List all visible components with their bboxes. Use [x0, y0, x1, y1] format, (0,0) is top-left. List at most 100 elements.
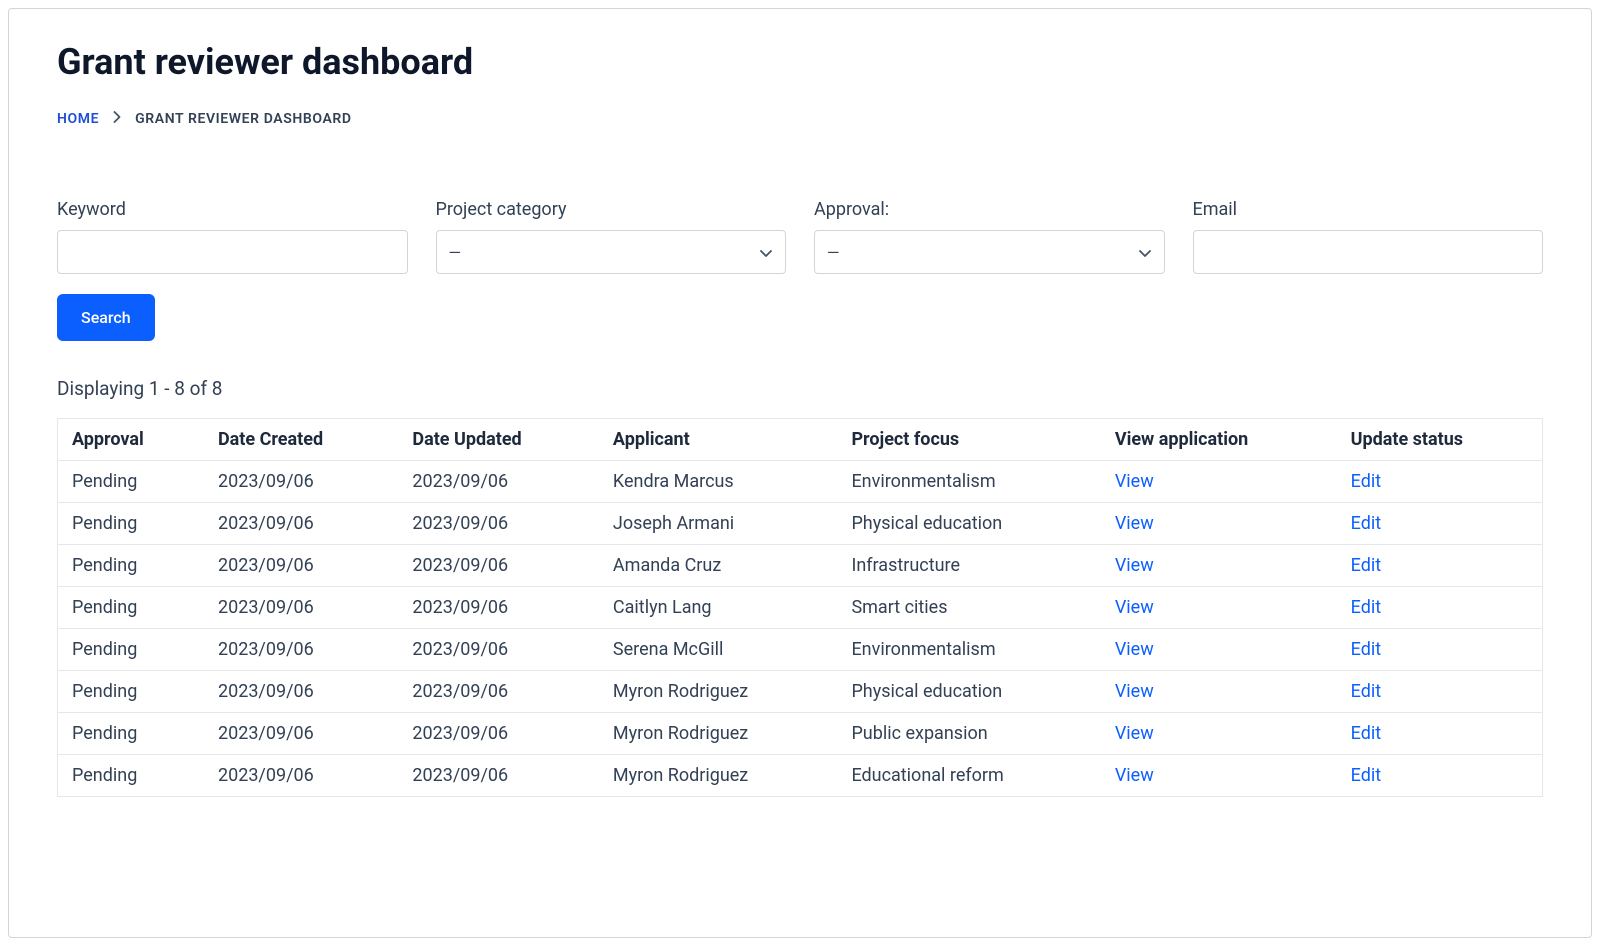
grants-table: Approval Date Created Date Updated Appli…	[57, 418, 1543, 797]
cell-applicant: Serena McGill	[599, 629, 838, 671]
cell-approval: Pending	[58, 713, 204, 755]
view-link[interactable]: View	[1115, 765, 1154, 786]
cell-view: View	[1101, 503, 1337, 545]
project-category-label: Project category	[436, 199, 787, 220]
cell-project-focus: Physical education	[837, 503, 1100, 545]
cell-approval: Pending	[58, 755, 204, 797]
edit-link[interactable]: Edit	[1351, 681, 1381, 702]
cell-view: View	[1101, 629, 1337, 671]
cell-project-focus: Environmentalism	[837, 629, 1100, 671]
cell-project-focus: Environmentalism	[837, 461, 1100, 503]
cell-applicant: Myron Rodriguez	[599, 755, 838, 797]
email-label: Email	[1193, 199, 1544, 220]
cell-project-focus: Public expansion	[837, 713, 1100, 755]
cell-date-updated: 2023/09/06	[398, 545, 599, 587]
edit-link[interactable]: Edit	[1351, 471, 1381, 492]
cell-applicant: Joseph Armani	[599, 503, 838, 545]
cell-edit: Edit	[1337, 671, 1543, 713]
view-link[interactable]: View	[1115, 681, 1154, 702]
view-link[interactable]: View	[1115, 597, 1154, 618]
cell-date-updated: 2023/09/06	[398, 629, 599, 671]
table-row: Pending2023/09/062023/09/06Kendra Marcus…	[58, 461, 1543, 503]
cell-applicant: Caitlyn Lang	[599, 587, 838, 629]
col-applicant: Applicant	[599, 419, 838, 461]
approval-select[interactable]: —	[814, 230, 1165, 274]
cell-date-created: 2023/09/06	[204, 629, 398, 671]
cell-date-created: 2023/09/06	[204, 503, 398, 545]
table-row: Pending2023/09/062023/09/06Myron Rodrigu…	[58, 713, 1543, 755]
cell-edit: Edit	[1337, 503, 1543, 545]
col-approval: Approval	[58, 419, 204, 461]
cell-date-created: 2023/09/06	[204, 461, 398, 503]
edit-link[interactable]: Edit	[1351, 513, 1381, 534]
cell-view: View	[1101, 671, 1337, 713]
search-button[interactable]: Search	[57, 294, 155, 341]
table-row: Pending2023/09/062023/09/06Myron Rodrigu…	[58, 755, 1543, 797]
email-input[interactable]	[1193, 230, 1544, 274]
cell-view: View	[1101, 461, 1337, 503]
cell-date-updated: 2023/09/06	[398, 461, 599, 503]
breadcrumb-home-link[interactable]: HOME	[57, 111, 99, 127]
cell-date-created: 2023/09/06	[204, 671, 398, 713]
cell-approval: Pending	[58, 671, 204, 713]
filter-approval: Approval: —	[814, 199, 1165, 274]
results-summary: Displaying 1 - 8 of 8	[57, 377, 1543, 400]
filter-keyword: Keyword	[57, 199, 408, 274]
edit-link[interactable]: Edit	[1351, 765, 1381, 786]
cell-date-created: 2023/09/06	[204, 713, 398, 755]
table-row: Pending2023/09/062023/09/06Joseph Armani…	[58, 503, 1543, 545]
cell-applicant: Amanda Cruz	[599, 545, 838, 587]
cell-date-created: 2023/09/06	[204, 755, 398, 797]
table-row: Pending2023/09/062023/09/06Amanda CruzIn…	[58, 545, 1543, 587]
cell-edit: Edit	[1337, 545, 1543, 587]
filter-form: Keyword Project category — Approval: —	[57, 199, 1543, 274]
cell-approval: Pending	[58, 461, 204, 503]
edit-link[interactable]: Edit	[1351, 723, 1381, 744]
filter-project-category: Project category —	[436, 199, 787, 274]
view-link[interactable]: View	[1115, 555, 1154, 576]
cell-project-focus: Infrastructure	[837, 545, 1100, 587]
cell-date-created: 2023/09/06	[204, 545, 398, 587]
cell-edit: Edit	[1337, 587, 1543, 629]
cell-date-updated: 2023/09/06	[398, 503, 599, 545]
view-link[interactable]: View	[1115, 639, 1154, 660]
cell-view: View	[1101, 713, 1337, 755]
keyword-input[interactable]	[57, 230, 408, 274]
cell-date-updated: 2023/09/06	[398, 587, 599, 629]
col-project-focus: Project focus	[837, 419, 1100, 461]
chevron-right-icon	[113, 111, 121, 127]
table-row: Pending2023/09/062023/09/06Caitlyn LangS…	[58, 587, 1543, 629]
cell-applicant: Myron Rodriguez	[599, 671, 838, 713]
cell-date-updated: 2023/09/06	[398, 713, 599, 755]
edit-link[interactable]: Edit	[1351, 639, 1381, 660]
table-row: Pending2023/09/062023/09/06Myron Rodrigu…	[58, 671, 1543, 713]
cell-approval: Pending	[58, 545, 204, 587]
breadcrumb-current: GRANT REVIEWER DASHBOARD	[135, 111, 352, 127]
cell-approval: Pending	[58, 629, 204, 671]
edit-link[interactable]: Edit	[1351, 555, 1381, 576]
cell-edit: Edit	[1337, 461, 1543, 503]
col-view-application: View application	[1101, 419, 1337, 461]
cell-approval: Pending	[58, 503, 204, 545]
view-link[interactable]: View	[1115, 723, 1154, 744]
keyword-label: Keyword	[57, 199, 408, 220]
cell-edit: Edit	[1337, 755, 1543, 797]
view-link[interactable]: View	[1115, 471, 1154, 492]
col-date-created: Date Created	[204, 419, 398, 461]
cell-date-created: 2023/09/06	[204, 587, 398, 629]
project-category-select[interactable]: —	[436, 230, 787, 274]
cell-approval: Pending	[58, 587, 204, 629]
cell-date-updated: 2023/09/06	[398, 671, 599, 713]
cell-edit: Edit	[1337, 629, 1543, 671]
cell-applicant: Kendra Marcus	[599, 461, 838, 503]
filter-email: Email	[1193, 199, 1544, 274]
cell-applicant: Myron Rodriguez	[599, 713, 838, 755]
breadcrumb: HOME GRANT REVIEWER DASHBOARD	[57, 111, 1543, 127]
cell-view: View	[1101, 545, 1337, 587]
view-link[interactable]: View	[1115, 513, 1154, 534]
cell-edit: Edit	[1337, 713, 1543, 755]
edit-link[interactable]: Edit	[1351, 597, 1381, 618]
cell-view: View	[1101, 587, 1337, 629]
table-row: Pending2023/09/062023/09/06Serena McGill…	[58, 629, 1543, 671]
approval-label: Approval:	[814, 199, 1165, 220]
